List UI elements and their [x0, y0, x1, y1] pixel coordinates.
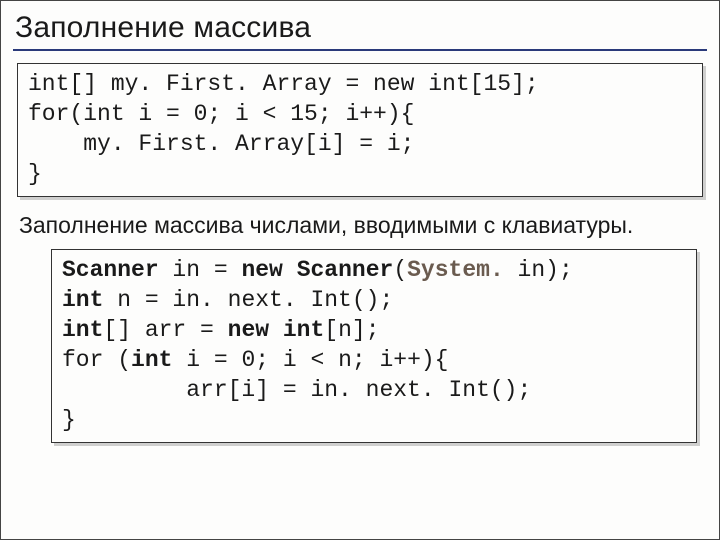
code2-l1d: [283, 257, 297, 283]
code1-line1: int[] my. First. Array = new int[15];: [28, 71, 539, 97]
title-wrap: Заполнение массива: [13, 11, 707, 51]
code1-line4: }: [28, 161, 42, 187]
kw-scanner2: Scanner: [297, 257, 394, 283]
code-block-1: int[] my. First. Array = new int[15]; fo…: [17, 63, 703, 197]
code2-l4a: for (: [62, 347, 131, 373]
code2-l3d: [n];: [324, 317, 379, 343]
code1-line2: for(int i = 0; i < 15; i++){: [28, 101, 414, 127]
code2-l1h: in);: [504, 257, 573, 283]
code2-l4c: i = 0; i < n; i++){: [172, 347, 448, 373]
kw-scanner: Scanner: [62, 257, 159, 283]
code2-l6: }: [62, 407, 76, 433]
code-block-2: Scanner in = new Scanner(System. in); in…: [51, 249, 697, 442]
kw-int3: int: [131, 347, 172, 373]
code2-l1b: in =: [159, 257, 242, 283]
slide-title: Заполнение массива: [15, 11, 707, 45]
kw-newint: new int: [228, 317, 325, 343]
code2-l2b: n = in. next. Int();: [103, 287, 393, 313]
slide: Заполнение массива int[] my. First. Arra…: [0, 0, 720, 540]
kw-int: int: [62, 287, 103, 313]
kw-new: new: [241, 257, 282, 283]
param-system: System.: [407, 257, 504, 283]
description-paragraph: Заполнение массива числами, вводимыми с …: [19, 211, 703, 240]
kw-int2: int: [62, 317, 103, 343]
code2-l3b: [] arr =: [103, 317, 227, 343]
code1-line3: my. First. Array[i] = i;: [28, 131, 414, 157]
code2-l1f: (: [393, 257, 407, 283]
code2-l5: arr[i] = in. next. Int();: [62, 377, 531, 403]
